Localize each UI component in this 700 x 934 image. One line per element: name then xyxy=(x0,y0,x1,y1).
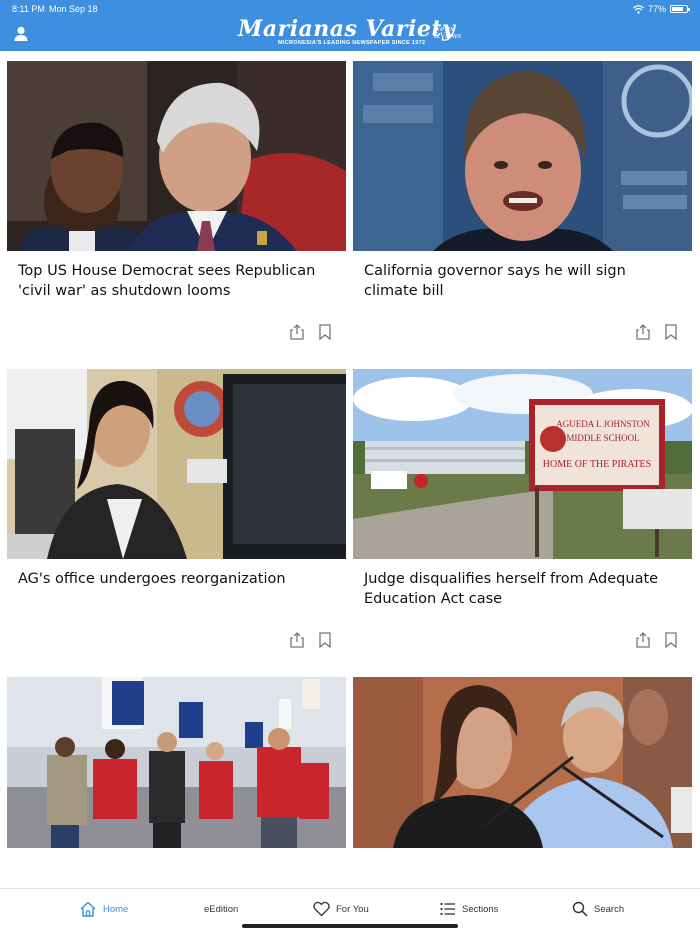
article-headline[interactable]: California governor says he will sign cl… xyxy=(364,262,682,301)
article-actions xyxy=(286,323,346,343)
heart-icon xyxy=(313,901,330,917)
home-indicator[interactable] xyxy=(242,924,458,928)
tab-search[interactable]: Search xyxy=(572,899,624,919)
share-icon xyxy=(636,632,650,648)
search-icon xyxy=(572,901,588,917)
share-button[interactable] xyxy=(634,323,652,341)
article-photo[interactable] xyxy=(7,677,346,848)
share-button[interactable] xyxy=(634,631,652,649)
bookmark-button[interactable] xyxy=(316,323,334,341)
battery-percent: 77% xyxy=(647,4,666,14)
status-time: 8:11 PM xyxy=(12,4,45,14)
article-headline[interactable]: Judge disqualifies herself from Adequate… xyxy=(364,570,682,609)
bookmark-icon xyxy=(319,324,331,341)
tab-for-you-label: For You xyxy=(336,903,369,915)
bookmark-icon xyxy=(665,324,677,341)
logo-badge-bottom: &Views xyxy=(434,32,462,40)
article-card[interactable] xyxy=(353,677,692,848)
masthead-logo[interactable]: Marianas Variety MICRONESIA'S LEADING NE… xyxy=(238,16,464,50)
article-headline[interactable]: Top US House Democrat sees Republican 'c… xyxy=(18,262,336,301)
status-bar: 8:11 PM Mon Sep 18 77% xyxy=(12,4,690,16)
bookmark-button[interactable] xyxy=(662,323,680,341)
svg-text:HOME OF THE PIRATES: HOME OF THE PIRATES xyxy=(543,459,651,470)
user-icon xyxy=(14,26,28,41)
article-card[interactable]: AG's office undergoes reorganization xyxy=(7,369,346,669)
article-card[interactable]: California governor says he will sign cl… xyxy=(353,61,692,361)
bookmark-icon xyxy=(319,632,331,649)
status-indicators: 77% xyxy=(633,4,690,14)
status-date: Mon Sep 18 xyxy=(49,4,98,14)
share-icon xyxy=(290,632,304,648)
tab-home[interactable]: Home xyxy=(79,899,128,919)
svg-text:AGUEDA I. JOHNSTON: AGUEDA I. JOHNSTON xyxy=(556,419,650,429)
tab-home-label: Home xyxy=(103,903,129,915)
article-photo[interactable] xyxy=(7,61,346,251)
article-card[interactable]: Top US House Democrat sees Republican 'c… xyxy=(7,61,346,361)
article-photo[interactable] xyxy=(7,369,346,559)
tab-eedition-label: eEdition xyxy=(204,903,239,915)
profile-button[interactable] xyxy=(12,25,30,43)
article-actions xyxy=(632,631,692,651)
tab-for-you[interactable]: For You xyxy=(313,899,369,919)
share-button[interactable] xyxy=(288,631,306,649)
tab-sections[interactable]: Sections xyxy=(440,899,498,919)
tab-eedition[interactable]: eEdition xyxy=(204,899,238,919)
logo-title: Marianas Variety xyxy=(238,16,456,42)
share-icon xyxy=(636,324,650,340)
tab-sections-label: Sections xyxy=(462,903,499,915)
article-headline[interactable]: AG's office undergoes reorganization xyxy=(18,570,336,590)
article-photo[interactable] xyxy=(353,61,692,251)
article-card[interactable] xyxy=(7,677,346,848)
battery-icon xyxy=(670,5,690,13)
list-icon xyxy=(440,902,455,916)
article-photo[interactable] xyxy=(353,677,692,848)
bookmark-button[interactable] xyxy=(316,631,334,649)
logo-tagline: MICRONESIA'S LEADING NEWSPAPER SINCE 197… xyxy=(278,40,426,46)
tab-search-label: Search xyxy=(594,903,625,915)
article-actions xyxy=(286,631,346,651)
share-icon xyxy=(290,324,304,340)
app-header: 8:11 PM Mon Sep 18 77% Marianas Variety … xyxy=(0,0,700,51)
svg-text:MIDDLE SCHOOL: MIDDLE SCHOOL xyxy=(566,433,639,443)
logo-badge: News &Views xyxy=(434,26,461,40)
bookmark-button[interactable] xyxy=(662,631,680,649)
home-icon xyxy=(80,901,96,917)
share-button[interactable] xyxy=(288,323,306,341)
article-card[interactable]: AGUEDA I. JOHNSTON MIDDLE SCHOOL HOME OF… xyxy=(353,369,692,669)
article-photo[interactable]: AGUEDA I. JOHNSTON MIDDLE SCHOOL HOME OF… xyxy=(353,369,692,559)
bookmark-icon xyxy=(665,632,677,649)
article-actions xyxy=(632,323,692,343)
wifi-icon xyxy=(633,4,644,14)
